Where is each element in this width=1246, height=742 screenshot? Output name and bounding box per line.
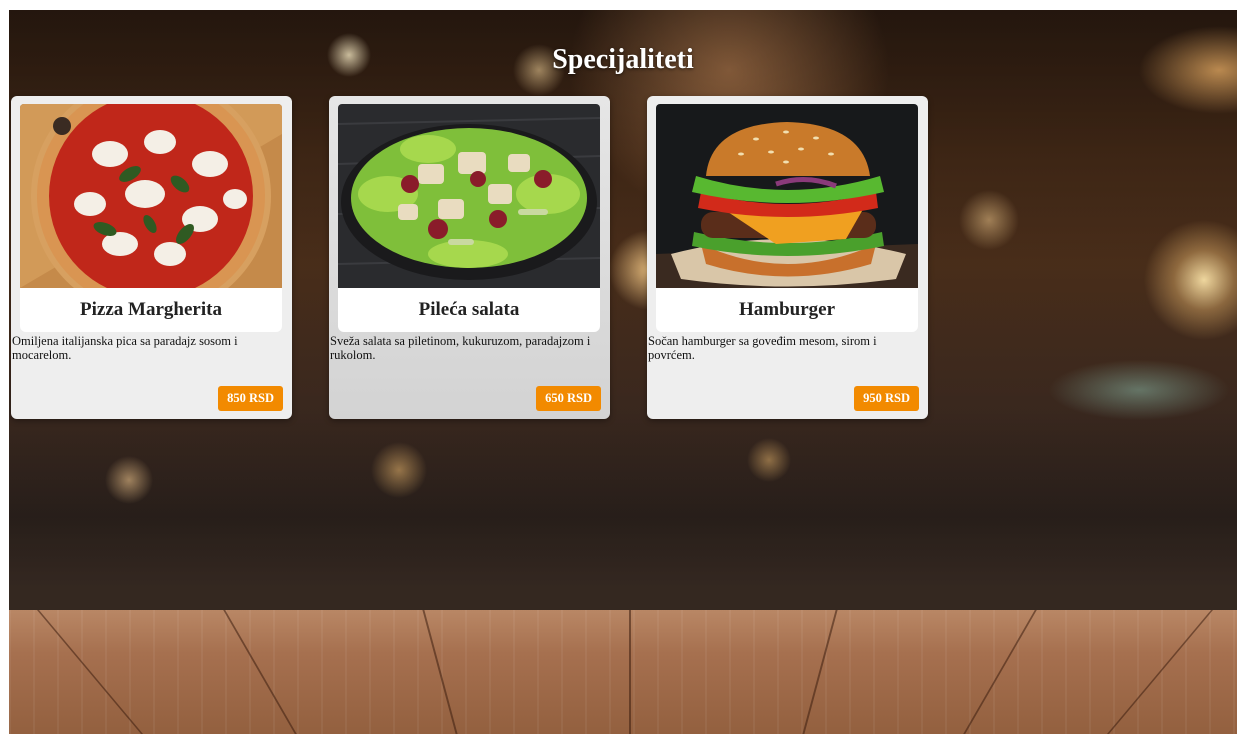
- chicken-salad-image: [338, 104, 600, 288]
- item-description: Sveža salata sa piletinom, kukuruzom, pa…: [330, 334, 591, 362]
- restaurant-background: Specijaliteti Pizza Margherita Omiljena …: [9, 10, 1237, 734]
- item-name-box: Pizza Margherita: [20, 288, 282, 332]
- item-name-box: Hamburger: [656, 288, 918, 332]
- item-name: Pizza Margherita: [80, 299, 222, 320]
- item-name: Hamburger: [738, 299, 836, 320]
- price-button[interactable]: 650 RSD: [536, 386, 601, 411]
- wooden-table-top: [9, 610, 1237, 734]
- menu-card-hamburger: Hamburger Sočan hamburger sa goveđim mes…: [647, 96, 928, 419]
- item-description: Omiljena italijanska pica sa paradajz so…: [12, 334, 238, 362]
- pizza-image: [20, 104, 282, 288]
- item-description: Sočan hamburger sa goveđim mesom, sirom …: [648, 334, 877, 362]
- item-name-box: Pileća salata: [338, 288, 600, 332]
- page-title: Specijaliteti: [552, 44, 694, 75]
- price-button[interactable]: 850 RSD: [218, 386, 283, 411]
- menu-card-pizza: Pizza Margherita Omiljena italijanska pi…: [11, 96, 292, 419]
- price-button[interactable]: 950 RSD: [854, 386, 919, 411]
- menu-card-salad: Pileća salata Sveža salata sa piletinom,…: [329, 96, 610, 419]
- item-name: Pileća salata: [418, 299, 520, 320]
- hamburger-image: [656, 104, 918, 288]
